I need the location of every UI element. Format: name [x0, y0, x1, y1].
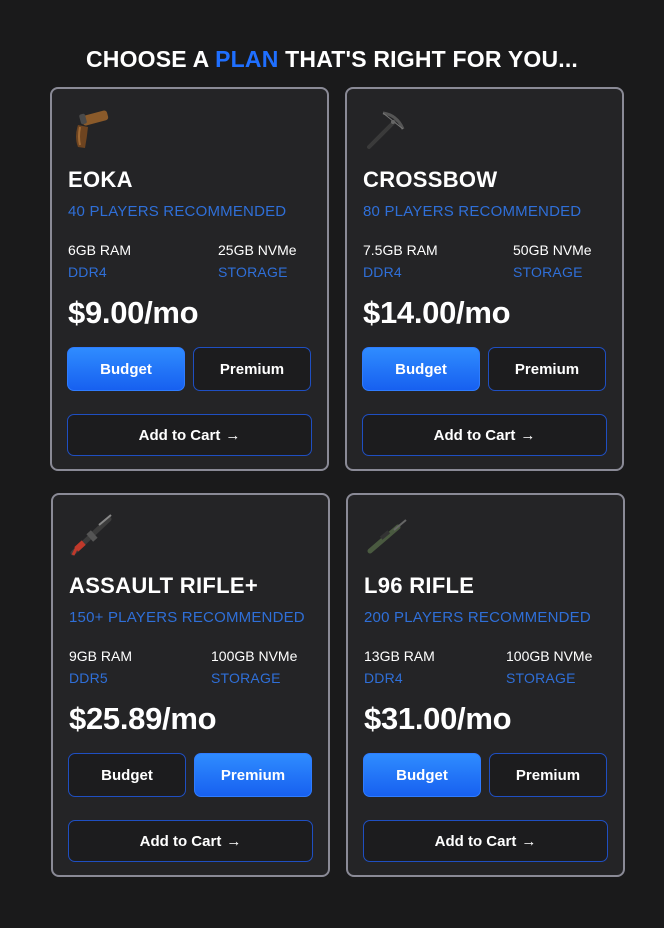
budget-button[interactable]: Budget [362, 347, 480, 391]
premium-button[interactable]: Premium [489, 753, 607, 797]
add-to-cart-label: Add to Cart [433, 426, 516, 444]
plan-price: $31.00/mo [364, 701, 512, 736]
eoka-pistol-icon [68, 107, 114, 153]
ram-value: 7.5GB RAM [363, 242, 438, 258]
storage-value: 50GB NVMe [513, 242, 592, 258]
storage-spec: 100GB NVMe STORAGE [211, 645, 297, 689]
ram-type: DDR4 [68, 264, 107, 280]
arrow-right-icon: → [520, 426, 536, 444]
title-suffix: THAT'S RIGHT FOR YOU... [285, 46, 579, 72]
sniper-rifle-icon [364, 513, 410, 559]
plan-price: $14.00/mo [363, 295, 511, 330]
plan-price: $9.00/mo [68, 295, 199, 330]
storage-value: 100GB NVMe [211, 648, 298, 664]
page-title: CHOOSE A PLAN THAT'S RIGHT FOR YOU... [0, 46, 664, 73]
ram-type: DDR4 [363, 264, 402, 280]
budget-button[interactable]: Budget [68, 753, 186, 797]
plan-recommended: 150+ PLAYERS RECOMMENDED [69, 609, 305, 626]
storage-spec: 25GB NVMe STORAGE [218, 239, 297, 283]
ram-type: DDR5 [69, 670, 108, 686]
title-prefix: CHOOSE A [85, 46, 209, 72]
premium-button[interactable]: Premium [193, 347, 311, 391]
storage-value: 100GB NVMe [506, 648, 593, 664]
arrow-right-icon: → [226, 832, 242, 850]
arrow-right-icon: → [225, 426, 241, 444]
plan-card-assault-rifle: ASSAULT RIFLE+ 150+ PLAYERS RECOMMENDED … [51, 493, 330, 877]
arrow-right-icon: → [521, 832, 537, 850]
plan-card-eoka: EOKA 40 PLAYERS RECOMMENDED 6GB RAM DDR4… [50, 87, 329, 471]
storage-label: STORAGE [211, 670, 281, 686]
premium-button[interactable]: Premium [488, 347, 606, 391]
title-accent: PLAN [215, 46, 279, 72]
plan-card-crossbow: CROSSBOW 80 PLAYERS RECOMMENDED 7.5GB RA… [345, 87, 624, 471]
add-to-cart-button[interactable]: Add to Cart → [67, 414, 312, 456]
storage-spec: 50GB NVMe STORAGE [513, 239, 592, 283]
plan-name: L96 RIFLE [364, 573, 475, 598]
storage-label: STORAGE [513, 264, 583, 280]
plan-price: $25.89/mo [69, 701, 217, 736]
plan-name: EOKA [68, 167, 133, 192]
ram-value: 9GB RAM [69, 648, 133, 664]
add-to-cart-button[interactable]: Add to Cart → [362, 414, 607, 456]
ram-spec: 6GB RAM DDR4 [68, 239, 131, 283]
ram-spec: 9GB RAM DDR5 [69, 645, 132, 689]
plan-recommended: 80 PLAYERS RECOMMENDED [363, 203, 582, 220]
plan-card-l96-rifle: L96 RIFLE 200 PLAYERS RECOMMENDED 13GB R… [346, 493, 625, 877]
plan-recommended: 40 PLAYERS RECOMMENDED [68, 203, 287, 220]
plan-recommended: 200 PLAYERS RECOMMENDED [364, 609, 591, 626]
plan-name: ASSAULT RIFLE+ [69, 573, 258, 598]
pricing-page: CHOOSE A PLAN THAT'S RIGHT FOR YOU... EO… [0, 0, 664, 928]
storage-label: STORAGE [506, 670, 576, 686]
ram-spec: 13GB RAM DDR4 [364, 645, 435, 689]
add-to-cart-label: Add to Cart [434, 832, 517, 850]
storage-value: 25GB NVMe [218, 242, 297, 258]
plan-name: CROSSBOW [363, 167, 498, 192]
ram-spec: 7.5GB RAM DDR4 [363, 239, 438, 283]
ram-value: 13GB RAM [364, 648, 435, 664]
premium-button[interactable]: Premium [194, 753, 312, 797]
storage-spec: 100GB NVMe STORAGE [506, 645, 592, 689]
storage-label: STORAGE [218, 264, 288, 280]
add-to-cart-label: Add to Cart [138, 426, 221, 444]
ram-value: 6GB RAM [68, 242, 132, 258]
assault-rifle-icon [69, 513, 115, 559]
add-to-cart-button[interactable]: Add to Cart → [68, 820, 313, 862]
add-to-cart-button[interactable]: Add to Cart → [363, 820, 608, 862]
budget-button[interactable]: Budget [363, 753, 481, 797]
add-to-cart-label: Add to Cart [139, 832, 222, 850]
ram-type: DDR4 [364, 670, 403, 686]
crossbow-icon [363, 107, 409, 153]
budget-button[interactable]: Budget [67, 347, 185, 391]
